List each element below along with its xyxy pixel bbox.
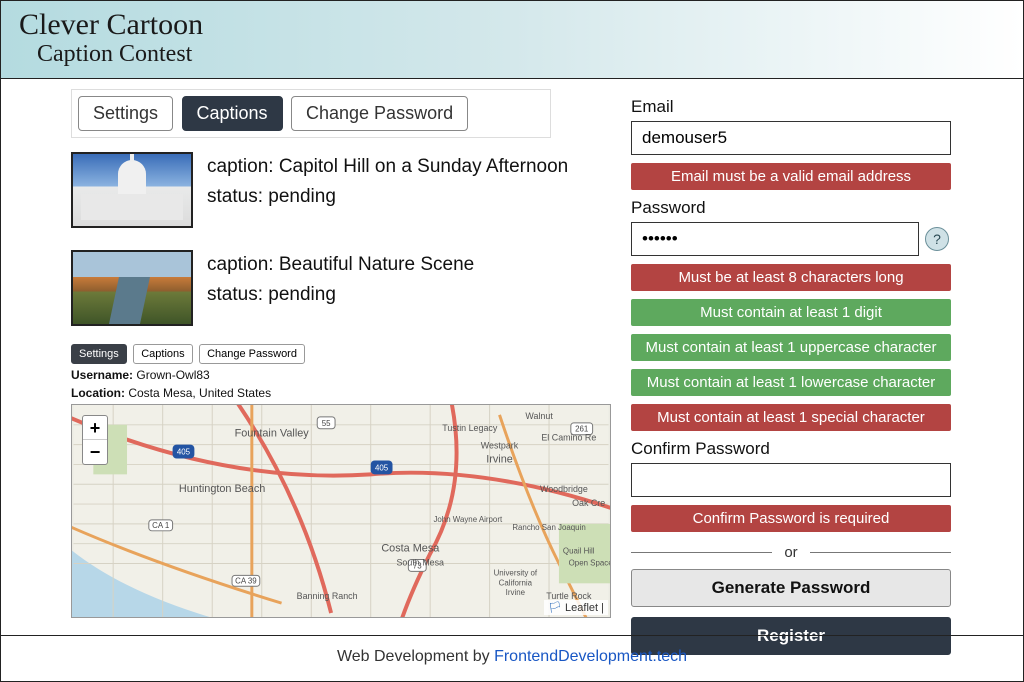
password-help-icon[interactable]: ? <box>925 227 949 251</box>
mini-tabs: Settings Captions Change Password <box>71 344 611 364</box>
pw-rule-upper: Must contain at least 1 uppercase charac… <box>631 334 951 361</box>
caption-text-block: caption: Capitol Hill on a Sunday Aftern… <box>207 152 568 228</box>
email-label: Email <box>631 97 951 117</box>
main-tabs: Settings Captions Change Password <box>71 89 551 138</box>
svg-text:Fountain Valley: Fountain Valley <box>235 427 310 439</box>
zoom-in-button[interactable]: + <box>83 416 107 440</box>
leaflet-flag-icon: 🏳 <box>548 602 562 614</box>
svg-text:Rancho San Joaquin: Rancho San Joaquin <box>512 522 585 531</box>
divider-or: or <box>631 544 951 561</box>
svg-text:55: 55 <box>322 418 331 427</box>
profile-username: Username: Grown-Owl83 <box>71 368 611 382</box>
svg-text:Irvine: Irvine <box>506 588 526 597</box>
email-input[interactable] <box>631 121 951 155</box>
capitol-dome-icon <box>118 160 146 196</box>
svg-text:Woodbridge: Woodbridge <box>540 484 588 494</box>
capitol-building-icon <box>81 194 183 220</box>
svg-text:Tustin Legacy: Tustin Legacy <box>442 422 498 432</box>
minitab-change-password[interactable]: Change Password <box>199 344 305 364</box>
svg-text:California: California <box>499 578 533 587</box>
caption-label: caption: <box>207 254 274 275</box>
footer-prefix: Web Development by <box>337 648 494 665</box>
email-error: Email must be a valid email address <box>631 163 951 190</box>
pw-rule-length: Must be at least 8 characters long <box>631 264 951 291</box>
footer-link[interactable]: FrontendDevelopment.tech <box>494 648 687 665</box>
pw-rule-special: Must contain at least 1 special characte… <box>631 404 951 431</box>
caption-value: Beautiful Nature Scene <box>279 254 474 275</box>
location-map[interactable]: CA 1 CA 39 405 405 73 55 261 Fountain Va… <box>71 404 611 618</box>
generate-password-button[interactable]: Generate Password <box>631 569 951 607</box>
svg-text:Costa Mesa: Costa Mesa <box>381 542 440 554</box>
status-value: pending <box>268 186 336 207</box>
tab-change-password[interactable]: Change Password <box>291 96 468 131</box>
map-attribution: 🏳 Leaflet | <box>544 600 608 615</box>
svg-text:Irvine: Irvine <box>486 453 513 465</box>
caption-value: Capitol Hill on a Sunday Afternoon <box>279 156 568 177</box>
pw-rule-lower: Must contain at least 1 lowercase charac… <box>631 369 951 396</box>
status-label: status: <box>207 186 263 207</box>
confirm-password-label: Confirm Password <box>631 439 951 459</box>
svg-text:South Mesa: South Mesa <box>396 557 444 567</box>
username-value: Grown-Owl83 <box>136 368 209 382</box>
confirm-password-error: Confirm Password is required <box>631 505 951 532</box>
app-subtitle: Caption Contest <box>19 41 1005 68</box>
svg-text:405: 405 <box>375 463 389 472</box>
confirm-password-input[interactable] <box>631 463 951 497</box>
svg-text:Quail Hill: Quail Hill <box>563 546 595 555</box>
caption-label: caption: <box>207 156 274 177</box>
page-footer: Web Development by FrontendDevelopment.t… <box>0 635 1024 666</box>
minitab-captions[interactable]: Captions <box>133 344 192 364</box>
svg-text:Huntington Beach: Huntington Beach <box>179 483 265 495</box>
minitab-settings[interactable]: Settings <box>71 344 127 364</box>
svg-text:John Wayne Airport: John Wayne Airport <box>433 514 503 523</box>
caption-thumbnail <box>71 152 193 228</box>
profile-location: Location: Costa Mesa, United States <box>71 386 611 400</box>
svg-text:CA 39: CA 39 <box>235 576 257 585</box>
username-label: Username: <box>71 368 133 382</box>
leaflet-label: Leaflet <box>565 602 598 614</box>
app-header: Clever Cartoon Caption Contest <box>1 1 1023 79</box>
svg-text:Walnut: Walnut <box>525 410 553 420</box>
river-icon <box>109 277 150 324</box>
svg-text:University of: University of <box>494 568 538 577</box>
svg-text:CA 1: CA 1 <box>152 520 170 529</box>
status-label: status: <box>207 284 263 305</box>
svg-text:El Camino Re: El Camino Re <box>541 432 596 442</box>
caption-thumbnail <box>71 250 193 326</box>
divider-label: or <box>784 544 797 561</box>
svg-text:Open Space: Open Space <box>569 558 610 567</box>
app-title: Clever Cartoon <box>19 9 1005 41</box>
svg-text:Banning Ranch: Banning Ranch <box>297 591 358 601</box>
caption-entry: caption: Capitol Hill on a Sunday Aftern… <box>71 152 611 228</box>
svg-text:Oak Cre: Oak Cre <box>572 498 605 508</box>
password-input[interactable] <box>631 222 919 256</box>
status-value: pending <box>268 284 336 305</box>
svg-text:Westpark: Westpark <box>481 440 519 450</box>
password-label: Password <box>631 198 951 218</box>
caption-text-block: caption: Beautiful Nature Scene status: … <box>207 250 474 326</box>
map-zoom-controls: + − <box>82 415 108 465</box>
caption-entry: caption: Beautiful Nature Scene status: … <box>71 250 611 326</box>
location-label: Location: <box>71 386 125 400</box>
svg-text:405: 405 <box>177 447 191 456</box>
pw-rule-digit: Must contain at least 1 digit <box>631 299 951 326</box>
location-value: Costa Mesa, United States <box>128 386 271 400</box>
zoom-out-button[interactable]: − <box>83 440 107 464</box>
tab-captions[interactable]: Captions <box>182 96 283 131</box>
tab-settings[interactable]: Settings <box>78 96 173 131</box>
